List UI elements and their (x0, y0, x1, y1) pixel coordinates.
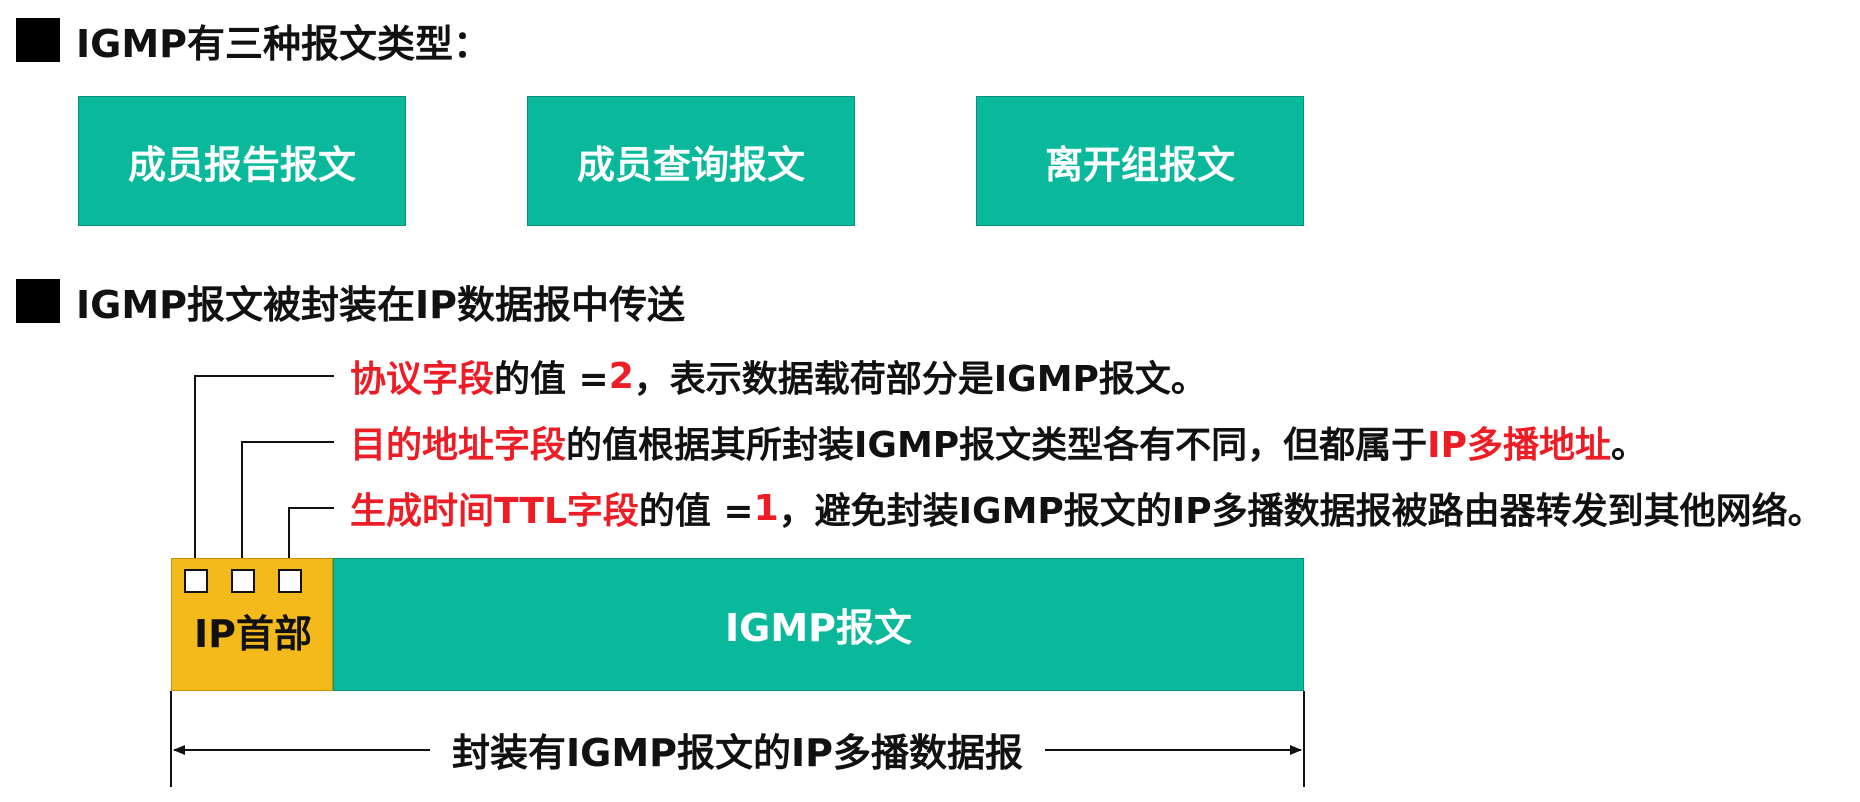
ip-header-block: IP首部 (171, 558, 333, 691)
connector-line-protocol (194, 375, 334, 580)
header-field-square-ttl (278, 569, 302, 593)
header-field-square-destination (231, 569, 255, 593)
igmp-payload-block: IGMP报文 (333, 558, 1304, 691)
header-field-square-protocol (184, 569, 208, 593)
ip-header-label: IP首部 (194, 612, 312, 656)
datagram-span-label: 封装有IGMP报文的IP多播数据报 (171, 722, 1304, 777)
datagram-span-text: 封装有IGMP报文的IP多播数据报 (430, 731, 1045, 775)
igmp-payload-label: IGMP报文 (725, 606, 912, 650)
